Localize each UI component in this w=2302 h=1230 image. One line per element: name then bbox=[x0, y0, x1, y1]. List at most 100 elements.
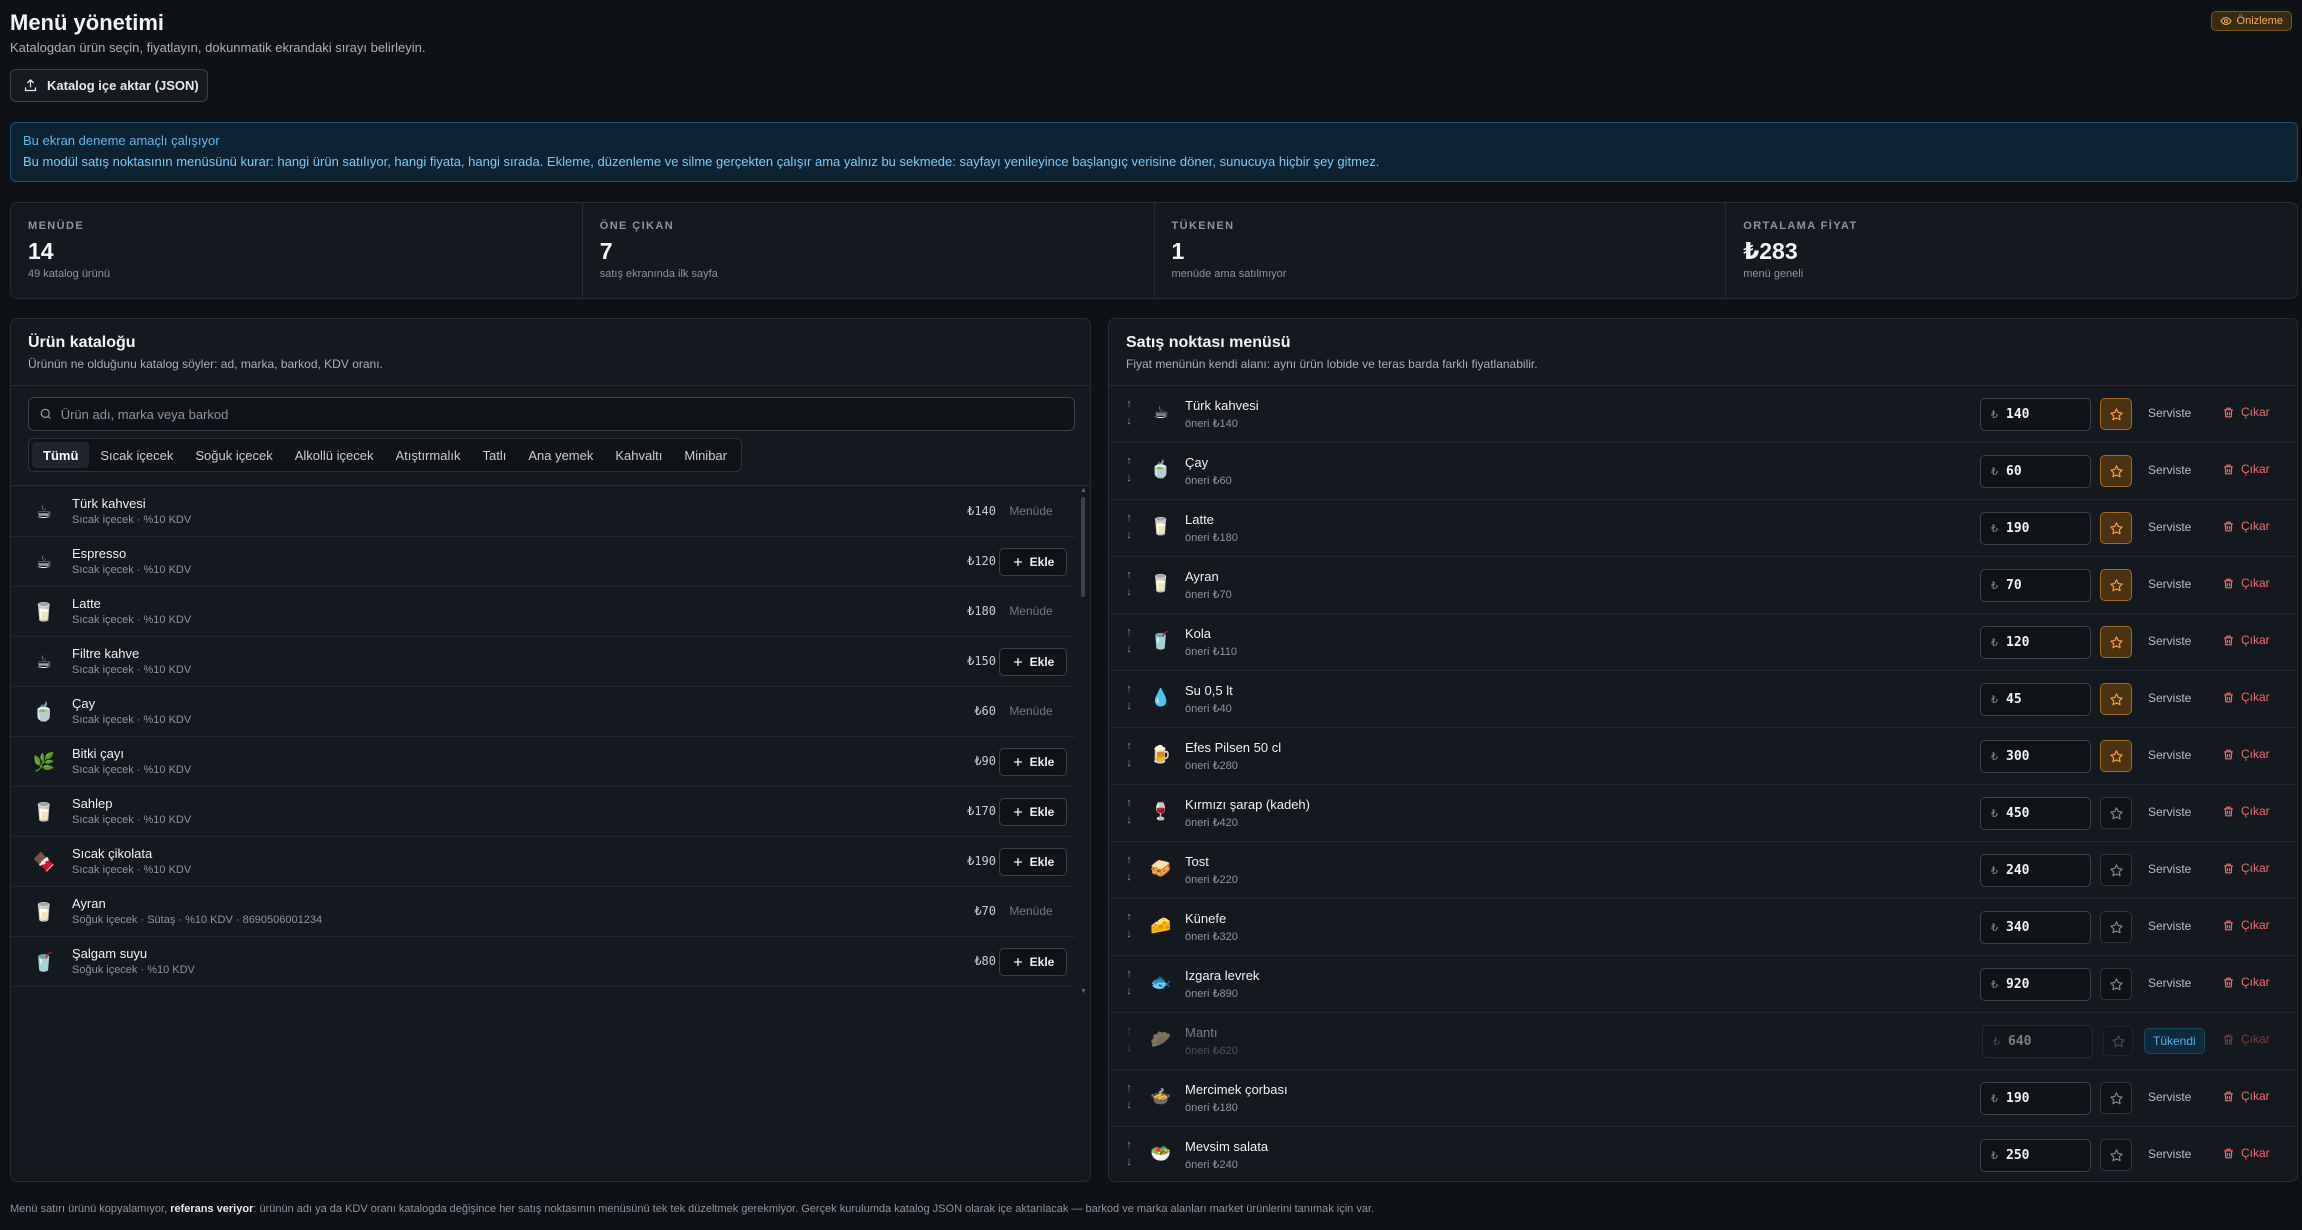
move-up-icon[interactable]: ↑ bbox=[1123, 1137, 1135, 1154]
add-to-menu-button[interactable]: Ekle bbox=[999, 548, 1067, 576]
move-down-icon[interactable]: ↓ bbox=[1123, 812, 1135, 829]
status-toggle[interactable]: Serviste bbox=[2148, 919, 2191, 933]
featured-toggle[interactable] bbox=[2100, 455, 2132, 487]
move-up-icon[interactable]: ↑ bbox=[1123, 681, 1135, 698]
status-toggle[interactable]: Serviste bbox=[2148, 1147, 2191, 1161]
add-to-menu-button[interactable]: Ekle bbox=[999, 848, 1067, 876]
remove-button[interactable]: Çıkar bbox=[2222, 519, 2270, 533]
move-up-icon[interactable]: ↑ bbox=[1123, 396, 1135, 413]
remove-button[interactable]: Çıkar bbox=[2222, 1032, 2270, 1046]
import-catalog-button[interactable]: Katalog içe aktar (JSON) bbox=[10, 69, 208, 102]
add-to-menu-button[interactable]: Ekle bbox=[999, 948, 1067, 976]
featured-toggle[interactable] bbox=[2100, 398, 2132, 430]
remove-button[interactable]: Çıkar bbox=[2222, 804, 2270, 818]
price-input[interactable]: ₺ 120 bbox=[1980, 626, 2091, 659]
price-input[interactable]: ₺ 45 bbox=[1980, 683, 2091, 716]
move-up-icon[interactable]: ↑ bbox=[1123, 624, 1135, 641]
move-up-icon[interactable]: ↑ bbox=[1123, 966, 1135, 983]
status-toggle[interactable]: Serviste bbox=[2148, 577, 2191, 591]
move-down-icon[interactable]: ↓ bbox=[1123, 413, 1135, 430]
category-tab[interactable]: Minibar bbox=[673, 442, 738, 468]
status-toggle[interactable]: Tükendi bbox=[2144, 1028, 2205, 1054]
move-down-icon[interactable]: ↓ bbox=[1123, 926, 1135, 943]
featured-toggle[interactable] bbox=[2100, 911, 2132, 943]
move-up-icon[interactable]: ↑ bbox=[1123, 453, 1135, 470]
price-input[interactable]: ₺ 190 bbox=[1980, 1082, 2091, 1115]
category-tab[interactable]: Tümü bbox=[32, 442, 90, 468]
move-up-icon[interactable]: ↑ bbox=[1123, 567, 1135, 584]
status-toggle[interactable]: Serviste bbox=[2148, 406, 2191, 420]
remove-button[interactable]: Çıkar bbox=[2222, 918, 2270, 932]
price-input[interactable]: ₺ 70 bbox=[1980, 569, 2091, 602]
category-tab[interactable]: Atıştırmalık bbox=[384, 442, 471, 468]
scrollbar-thumb[interactable] bbox=[1081, 497, 1085, 597]
scroll-up-icon[interactable]: ▲ bbox=[1080, 487, 1087, 494]
move-up-icon[interactable]: ↑ bbox=[1123, 852, 1135, 869]
featured-toggle[interactable] bbox=[2100, 1139, 2132, 1171]
price-input[interactable]: ₺ 300 bbox=[1980, 740, 2091, 773]
move-down-icon[interactable]: ↓ bbox=[1123, 755, 1135, 772]
move-up-icon[interactable]: ↑ bbox=[1123, 909, 1135, 926]
price-input[interactable]: ₺ 240 bbox=[1980, 854, 2091, 887]
category-tab[interactable]: Ana yemek bbox=[517, 442, 604, 468]
price-input[interactable]: ₺ 640 bbox=[1982, 1025, 2093, 1058]
status-toggle[interactable]: Serviste bbox=[2148, 805, 2191, 819]
remove-button[interactable]: Çıkar bbox=[2222, 405, 2270, 419]
category-tab[interactable]: Alkollü içecek bbox=[284, 442, 385, 468]
status-toggle[interactable]: Serviste bbox=[2148, 463, 2191, 477]
featured-toggle[interactable] bbox=[2100, 968, 2132, 1000]
move-down-icon[interactable]: ↓ bbox=[1123, 527, 1135, 544]
move-down-icon[interactable]: ↓ bbox=[1123, 1154, 1135, 1171]
search-input[interactable] bbox=[60, 406, 1074, 422]
status-toggle[interactable]: Serviste bbox=[2148, 862, 2191, 876]
remove-button[interactable]: Çıkar bbox=[2222, 576, 2270, 590]
status-toggle[interactable]: Serviste bbox=[2148, 748, 2191, 762]
preview-badge[interactable]: Önizleme bbox=[2210, 11, 2292, 31]
move-down-icon[interactable]: ↓ bbox=[1123, 641, 1135, 658]
featured-toggle[interactable] bbox=[2100, 740, 2132, 772]
add-to-menu-button[interactable]: Ekle bbox=[999, 648, 1067, 676]
move-down-icon[interactable]: ↓ bbox=[1123, 983, 1135, 1000]
status-toggle[interactable]: Serviste bbox=[2148, 691, 2191, 705]
scroll-down-icon[interactable]: ▼ bbox=[1080, 988, 1087, 995]
featured-toggle[interactable] bbox=[2100, 626, 2132, 658]
status-toggle[interactable]: Serviste bbox=[2148, 520, 2191, 534]
featured-toggle[interactable] bbox=[2100, 569, 2132, 601]
catalog-scrollbar[interactable]: ▲ ▼ bbox=[1078, 487, 1088, 999]
remove-button[interactable]: Çıkar bbox=[2222, 975, 2270, 989]
remove-button[interactable]: Çıkar bbox=[2222, 861, 2270, 875]
catalog-search[interactable] bbox=[28, 397, 1075, 431]
remove-button[interactable]: Çıkar bbox=[2222, 1146, 2270, 1160]
status-toggle[interactable]: Serviste bbox=[2148, 976, 2191, 990]
price-input[interactable]: ₺ 60 bbox=[1980, 455, 2091, 488]
featured-toggle[interactable] bbox=[2100, 854, 2132, 886]
move-down-icon[interactable]: ↓ bbox=[1123, 869, 1135, 886]
move-down-icon[interactable]: ↓ bbox=[1123, 470, 1135, 487]
category-tab[interactable]: Soğuk içecek bbox=[184, 442, 283, 468]
status-toggle[interactable]: Serviste bbox=[2148, 1090, 2191, 1104]
add-to-menu-button[interactable]: Ekle bbox=[999, 798, 1067, 826]
featured-toggle[interactable] bbox=[2103, 1026, 2133, 1056]
category-tab[interactable]: Kahvaltı bbox=[604, 442, 673, 468]
move-up-icon[interactable]: ↑ bbox=[1123, 1080, 1135, 1097]
price-input[interactable]: ₺ 250 bbox=[1980, 1139, 2091, 1172]
remove-button[interactable]: Çıkar bbox=[2222, 633, 2270, 647]
move-down-icon[interactable]: ↓ bbox=[1123, 1040, 1135, 1057]
category-tab[interactable]: Sıcak içecek bbox=[89, 442, 184, 468]
featured-toggle[interactable] bbox=[2100, 683, 2132, 715]
remove-button[interactable]: Çıkar bbox=[2222, 1089, 2270, 1103]
remove-button[interactable]: Çıkar bbox=[2222, 690, 2270, 704]
move-up-icon[interactable]: ↑ bbox=[1123, 738, 1135, 755]
move-up-icon[interactable]: ↑ bbox=[1123, 795, 1135, 812]
price-input[interactable]: ₺ 450 bbox=[1980, 797, 2091, 830]
add-to-menu-button[interactable]: Ekle bbox=[999, 748, 1067, 776]
move-up-icon[interactable]: ↑ bbox=[1123, 510, 1135, 527]
featured-toggle[interactable] bbox=[2100, 512, 2132, 544]
featured-toggle[interactable] bbox=[2100, 797, 2132, 829]
move-up-icon[interactable]: ↑ bbox=[1123, 1023, 1135, 1040]
move-down-icon[interactable]: ↓ bbox=[1123, 1097, 1135, 1114]
featured-toggle[interactable] bbox=[2100, 1082, 2132, 1114]
move-down-icon[interactable]: ↓ bbox=[1123, 584, 1135, 601]
price-input[interactable]: ₺ 140 bbox=[1980, 398, 2091, 431]
status-toggle[interactable]: Serviste bbox=[2148, 634, 2191, 648]
